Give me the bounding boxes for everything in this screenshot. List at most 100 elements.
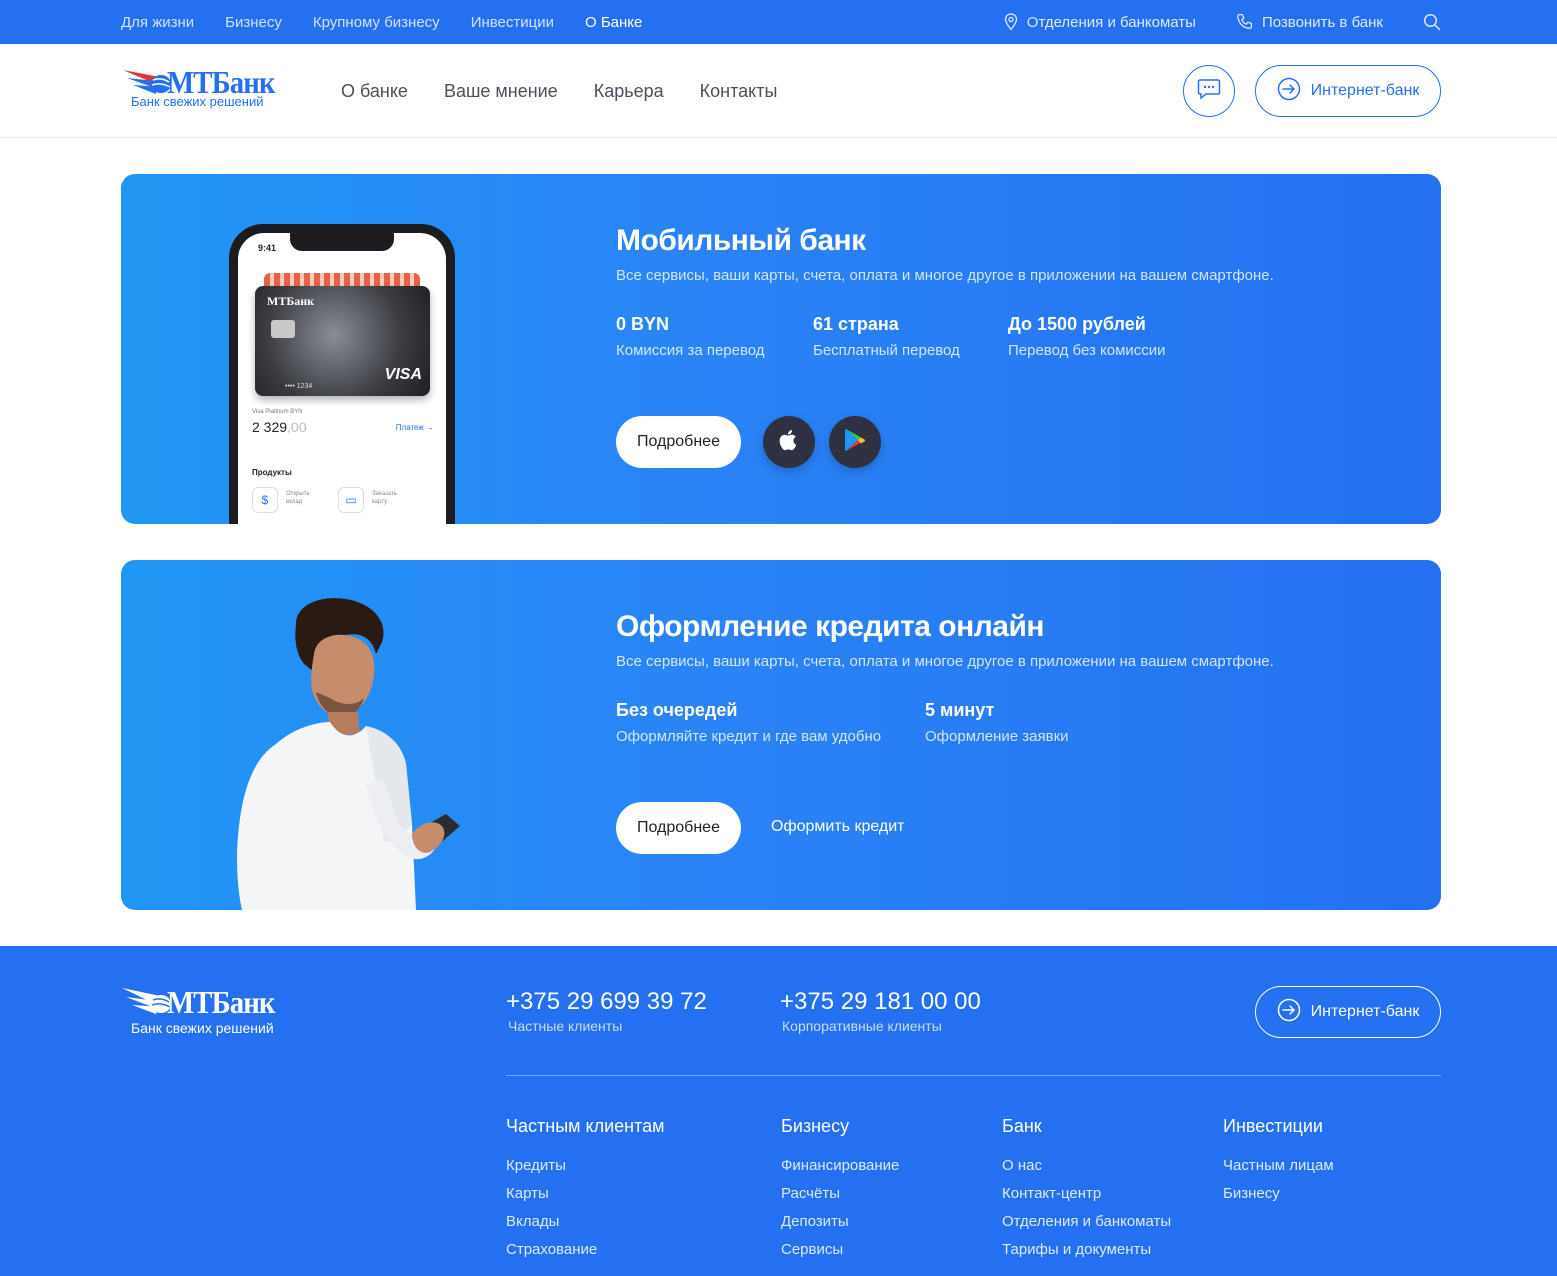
footer-link[interactable]: О нас [1002,1157,1171,1175]
main-header: МТБанк Банк свежих решений О банке Ваше … [0,44,1557,138]
footer-link[interactable]: Страхование [506,1241,665,1259]
segment-link-investments[interactable]: Инвестиции [471,14,554,31]
card-icon: ▭ [338,487,364,513]
phone-screen: 9:41 МТБанк •••• 1234 VISA Visa Platinum… [238,233,446,524]
top-bar: Для жизни Бизнесу Крупному бизнесу Инвес… [0,0,1557,44]
segment-link-about[interactable]: О Банке [585,14,642,31]
credit-more-button[interactable]: Подробнее [616,802,741,854]
footer-column-investments: Инвестиции Частным лицам Бизнесу [1223,1116,1334,1213]
footer-logo-name: МТБанк [167,984,276,1020]
mobile-bank-more-button[interactable]: Подробнее [616,416,741,468]
nav-item-career[interactable]: Карьера [594,81,664,102]
footer-column-bank: Банк О нас Контакт-центр Отделения и бан… [1002,1116,1171,1269]
footer-link[interactable]: Контакт-центр [1002,1185,1171,1203]
apply-credit-link[interactable]: Оформить кредит [771,818,905,836]
call-bank-link[interactable]: Позвонить в банк [1236,13,1383,31]
branches-link[interactable]: Отделения и банкоматы [1003,13,1196,31]
stat-value: 61 страна [813,314,899,334]
internet-bank-button[interactable]: Интернет-банк [1255,65,1441,117]
footer-column-business: Бизнесу Финансирование Расчёты Депозиты … [781,1116,899,1269]
stat-label: Комиссия за перевод [616,342,765,359]
segment-link-corporate[interactable]: Крупному бизнесу [313,14,440,31]
bank-card-image: МТБанк •••• 1234 VISA [255,286,430,396]
products-heading: Продукты [252,468,292,477]
segment-link-business[interactable]: Бизнесу [225,14,282,31]
chat-icon [1197,78,1221,105]
card-type: Visa Platinum BYN [252,409,303,415]
phone-number[interactable]: +375 29 699 39 72 [506,988,707,1016]
card-chip [271,320,295,338]
phone-mockup: 9:41 МТБанк •••• 1234 VISA Visa Platinum… [229,224,455,524]
phone-notch [290,233,394,251]
stat-value: До 1500 рублей [1008,314,1146,334]
internet-bank-label: Интернет-банк [1310,82,1420,99]
card-brand: VISA [384,366,422,383]
footer-link[interactable]: Тарифы и документы [1002,1241,1171,1259]
order-card-label: Заказать карту [372,491,397,505]
segment-link-life[interactable]: Для жизни [121,14,194,31]
search-icon [1423,13,1441,31]
stat-item: Без очередей Оформляйте кредит и где вам… [616,700,925,745]
person-with-phone-image [216,594,476,910]
phone-number[interactable]: +375 29 181 00 00 [780,988,981,1016]
footer-link[interactable]: Финансирование [781,1157,899,1175]
stat-label: Бесплатный перевод [813,342,960,359]
arrow-right-icon: → [426,423,434,432]
search-button[interactable] [1423,13,1441,31]
stat-value: Без очередей [616,700,738,720]
footer-column-private: Частным клиентам Кредиты Карты Вклады Ст… [506,1116,665,1269]
footer-link[interactable]: Кредиты [506,1157,665,1175]
mobile-bank-title: Мобильный банк [616,224,866,257]
stat-label: Оформляйте кредит и где вам удобно [616,728,882,745]
google-play-icon [844,428,866,457]
stat-item: 61 страна Бесплатный перевод [813,314,1008,359]
branches-label: Отделения и банкоматы [1026,13,1196,31]
google-play-button[interactable] [829,416,881,468]
nav-item-feedback[interactable]: Ваше мнение [444,81,558,102]
mobile-bank-stats: 0 BYN Комиссия за перевод 61 страна Бесп… [616,314,1166,359]
credit-promo: Оформление кредита онлайн Все сервисы, в… [121,560,1441,910]
stat-item: До 1500 рублей Перевод без комиссии [1008,314,1166,359]
footer-column-title: Инвестиции [1223,1116,1323,1136]
stat-label: Оформление заявки [925,728,1069,745]
footer-column-title: Банк [1002,1116,1042,1136]
dollar-icon: $ [252,487,278,513]
footer-logo[interactable]: МТБанк Банк свежих решений [121,984,291,1038]
stat-item: 5 минут Оформление заявки [925,700,1069,745]
login-arrow-icon [1277,998,1301,1027]
logo[interactable]: МТБанк Банк свежих решений [121,64,281,116]
footer-link[interactable]: Частным лицам [1223,1157,1334,1175]
phone-time: 9:41 [258,243,277,253]
stat-label: Перевод без комиссии [1008,342,1166,359]
nav-item-about[interactable]: О банке [341,81,408,102]
footer: МТБанк Банк свежих решений +375 29 699 3… [0,946,1557,1276]
stat-item: 0 BYN Комиссия за перевод [616,314,813,359]
location-pin-icon [1003,13,1019,31]
credit-title: Оформление кредита онлайн [616,610,1045,643]
call-bank-label: Позвонить в банк [1261,13,1383,31]
footer-link[interactable]: Вклады [506,1213,665,1231]
credit-stats: Без очередей Оформляйте кредит и где вам… [616,700,1069,745]
app-store-button[interactable] [763,416,815,468]
phone-icon [1236,13,1254,31]
phone-description: Корпоративные клиенты [782,1018,942,1034]
chat-button[interactable] [1183,65,1235,117]
footer-logo-tagline: Банк свежих решений [131,1020,274,1036]
nav-item-contacts[interactable]: Контакты [700,81,778,102]
footer-link[interactable]: Расчёты [781,1185,899,1203]
footer-link[interactable]: Отделения и банкоматы [1002,1213,1171,1231]
phone-block-corporate: +375 29 181 00 00 Корпоративные клиенты [780,988,981,1034]
segment-nav: Для жизни Бизнесу Крупному бизнесу Инвес… [121,0,642,44]
logo-tagline: Банк свежих решений [131,94,264,109]
card-logo: МТБанк [267,294,315,308]
footer-divider [506,1075,1441,1076]
footer-link[interactable]: Карты [506,1185,665,1203]
card-balance: 2 329,00 [252,419,307,435]
footer-link[interactable]: Депозиты [781,1213,899,1231]
phone-description: Частные клиенты [508,1018,623,1034]
footer-link[interactable]: Сервисы [781,1241,899,1259]
login-arrow-icon [1277,77,1301,106]
footer-link[interactable]: Бизнесу [1223,1185,1334,1203]
open-deposit-label: Открыть вклад [286,491,310,505]
footer-internet-bank-button[interactable]: Интернет-банк [1255,986,1441,1038]
